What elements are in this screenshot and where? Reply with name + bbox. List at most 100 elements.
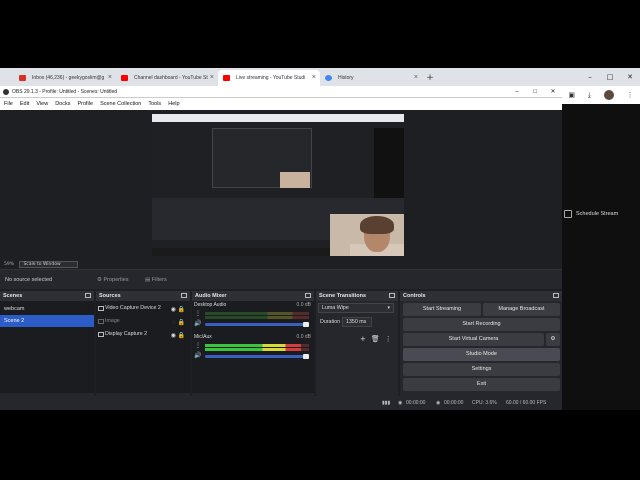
menu-scene-collection[interactable]: Scene Collection bbox=[100, 98, 145, 110]
menu-help[interactable]: Help bbox=[168, 98, 183, 110]
channel-name: Desktop Audio bbox=[194, 302, 227, 308]
speaker-icon[interactable]: 🔊 bbox=[194, 352, 201, 359]
cpu-usage: CPU: 3.6% bbox=[472, 400, 497, 406]
zoom-level: 59% bbox=[4, 262, 15, 267]
close-icon[interactable]: ✕ bbox=[620, 68, 640, 86]
youtube-icon bbox=[121, 75, 128, 81]
add-icon[interactable]: + bbox=[360, 335, 366, 343]
properties-button[interactable]: ⚙ Properties bbox=[92, 273, 134, 287]
filters-button[interactable]: ▤ Filters bbox=[140, 273, 172, 287]
controls-dock: Controls Start Streaming Manage Broadcas… bbox=[400, 291, 562, 410]
undock-icon[interactable] bbox=[389, 293, 395, 298]
obs-window-controls: – □ ✕ bbox=[508, 86, 562, 98]
kebab-menu-icon[interactable]: ⋮ bbox=[627, 91, 634, 99]
menu-bar: File Edit View Docks Profile Scene Colle… bbox=[0, 98, 562, 110]
transitions-body: Luma Wipe ▾ Duration 1350 ms + 🗑 ⋮ bbox=[316, 301, 398, 393]
history-icon bbox=[325, 75, 332, 81]
volume-slider[interactable] bbox=[205, 354, 309, 359]
screen: Inbox (46,236) - geekygoslim@g × Channel… bbox=[0, 68, 640, 410]
exit-button[interactable]: Exit bbox=[403, 378, 560, 391]
level-meter bbox=[205, 348, 309, 351]
slider-knob[interactable] bbox=[303, 322, 309, 327]
speaker-icon[interactable]: 🔊 bbox=[194, 320, 201, 327]
minimize-icon[interactable]: – bbox=[508, 86, 526, 98]
new-tab-button[interactable]: + bbox=[422, 70, 438, 86]
close-icon[interactable]: ✕ bbox=[544, 86, 562, 98]
lock-icon[interactable]: 🔒 bbox=[178, 330, 185, 343]
schedule-stream-button[interactable]: Schedule Stream bbox=[562, 206, 640, 222]
image-icon bbox=[98, 319, 104, 324]
tab-channel-dashboard[interactable]: Channel dashboard - YouTube St × bbox=[116, 70, 218, 86]
transition-select[interactable]: Luma Wipe ▾ bbox=[318, 303, 394, 313]
status-bar: ▮▮▮ ◉ 00:00:00 ◉ 00:00:00 CPU: 3.6% 60.0… bbox=[0, 396, 562, 410]
settings-button[interactable]: Settings bbox=[403, 363, 560, 376]
manage-broadcast-button[interactable]: Manage Broadcast bbox=[483, 303, 560, 316]
extensions-icon[interactable]: ▣ bbox=[568, 91, 575, 99]
source-item[interactable]: Video Capture Device 2 ◉ 🔒 bbox=[96, 302, 190, 315]
trash-icon[interactable]: 🗑 bbox=[371, 335, 380, 343]
menu-view[interactable]: View bbox=[36, 98, 52, 110]
menu-docks[interactable]: Docks bbox=[55, 98, 74, 110]
source-item[interactable]: Image ◌ 🔒 bbox=[96, 315, 190, 328]
camera-icon bbox=[98, 306, 104, 311]
stream-status-icon: ◉ bbox=[398, 400, 403, 406]
browser-toolbar: ▣ ⤓ ⋮ bbox=[562, 86, 640, 104]
undock-icon[interactable] bbox=[85, 293, 91, 298]
start-streaming-button[interactable]: Start Streaming bbox=[403, 303, 481, 316]
eye-icon[interactable]: ◉ bbox=[171, 330, 176, 343]
controls-body: Start Streaming Manage Broadcast Start R… bbox=[400, 301, 562, 410]
close-icon[interactable]: × bbox=[108, 70, 112, 86]
scale-row: 59% Scale to Window bbox=[0, 260, 562, 269]
scale-mode-select[interactable]: Scale to Window bbox=[19, 261, 78, 268]
tab-gmail[interactable]: Inbox (46,236) - geekygoslim@g × bbox=[14, 70, 116, 86]
kebab-menu-icon[interactable]: ⋮ bbox=[385, 335, 392, 343]
virtual-camera-settings-button[interactable]: ⚙ bbox=[546, 333, 560, 346]
duration-row: Duration 1350 ms bbox=[316, 315, 398, 329]
undock-icon[interactable] bbox=[305, 293, 311, 298]
chevron-down-icon: ▾ bbox=[387, 305, 390, 311]
menu-profile[interactable]: Profile bbox=[77, 98, 97, 110]
scenes-list: webcam Scene 2 bbox=[0, 301, 94, 393]
kebab-menu-icon[interactable]: ⋮ bbox=[195, 342, 201, 349]
monitor-icon bbox=[98, 332, 104, 337]
controls-header: Controls bbox=[400, 291, 562, 301]
source-item[interactable]: Display Capture 2 ◉ 🔒 bbox=[96, 328, 190, 341]
close-icon[interactable]: × bbox=[312, 70, 316, 86]
duration-label: Duration bbox=[320, 319, 341, 325]
minimize-icon[interactable]: – bbox=[580, 68, 600, 86]
start-recording-button[interactable]: Start Recording bbox=[403, 318, 560, 331]
level-fill bbox=[205, 344, 301, 347]
calendar-icon bbox=[564, 210, 572, 218]
avatar[interactable] bbox=[603, 90, 614, 100]
volume-slider[interactable] bbox=[205, 322, 309, 327]
undock-icon[interactable] bbox=[181, 293, 187, 298]
window-title: OBS 29.1.3 - Profile: Untitled - Scenes:… bbox=[12, 89, 118, 95]
channel-db: 0.0 dB bbox=[296, 302, 311, 308]
maximize-icon[interactable]: □ bbox=[600, 68, 620, 86]
maximize-icon[interactable]: □ bbox=[526, 86, 544, 98]
undock-icon[interactable] bbox=[553, 293, 559, 298]
start-virtual-camera-button[interactable]: Start Virtual Camera bbox=[403, 333, 544, 346]
close-icon[interactable]: × bbox=[414, 70, 418, 86]
menu-tools[interactable]: Tools bbox=[148, 98, 165, 110]
mixer-channel-desktop: Desktop Audio 0.0 dB ⋮ 🔊 bbox=[192, 301, 314, 333]
duration-input[interactable]: 1350 ms bbox=[342, 317, 372, 327]
level-fill bbox=[205, 348, 301, 351]
scene-item-scene-2[interactable]: Scene 2 bbox=[0, 315, 94, 327]
tab-live-streaming[interactable]: Live streaming - YouTube Studi × bbox=[218, 70, 320, 86]
menu-file[interactable]: File bbox=[4, 98, 17, 110]
close-icon[interactable]: × bbox=[210, 70, 214, 86]
signal-icon: ▮▮▮ bbox=[382, 400, 391, 406]
slider-knob[interactable] bbox=[303, 354, 309, 359]
tab-history[interactable]: History × bbox=[320, 70, 422, 86]
preview-canvas[interactable] bbox=[152, 114, 404, 256]
menu-edit[interactable]: Edit bbox=[20, 98, 33, 110]
level-meter bbox=[205, 344, 309, 347]
scene-item-webcam[interactable]: webcam bbox=[0, 303, 94, 315]
kebab-menu-icon[interactable]: ⋮ bbox=[195, 310, 201, 317]
studio-mode-button[interactable]: Studio Mode bbox=[403, 348, 560, 361]
stream-time: 00:00:00 bbox=[406, 400, 426, 406]
download-icon[interactable]: ⤓ bbox=[588, 91, 591, 100]
youtube-icon bbox=[223, 75, 230, 81]
mixer-channels: Desktop Audio 0.0 dB ⋮ 🔊 Mic/Aux 0.0 dB … bbox=[192, 301, 314, 393]
